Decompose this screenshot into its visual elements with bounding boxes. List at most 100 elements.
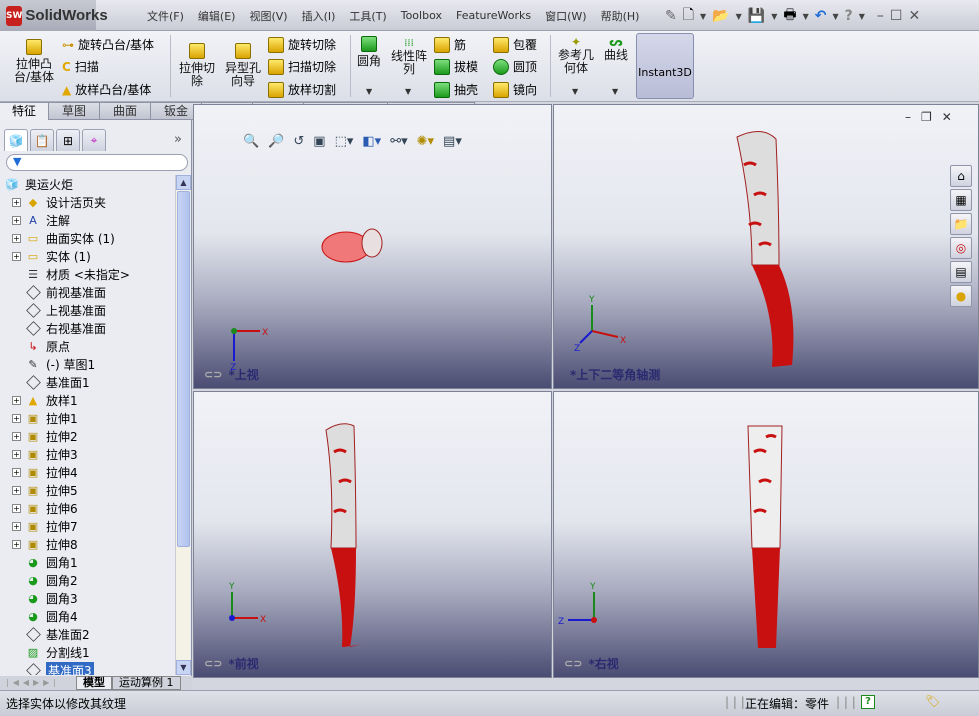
menu-item[interactable]: 窗口(W) bbox=[538, 8, 593, 24]
hole-wizard-button[interactable]: 异型孔 向导 bbox=[222, 43, 264, 88]
apply-scene-icon[interactable]: ▤▾ bbox=[443, 134, 462, 149]
tree-item[interactable]: + ▣ 拉伸1 bbox=[4, 409, 174, 427]
revolve-cut-button[interactable]: 旋转切除 bbox=[268, 36, 336, 53]
tree-item[interactable]: 基准面3 bbox=[4, 661, 174, 675]
expand-icon[interactable]: + bbox=[12, 413, 21, 423]
sweep-button[interactable]: C 扫描 bbox=[62, 58, 99, 75]
help-status-icon[interactable]: ? bbox=[861, 695, 875, 709]
mirror-button[interactable]: 镜向 bbox=[493, 81, 537, 98]
tree-item[interactable]: + ▣ 拉伸6 bbox=[4, 499, 174, 517]
expand-icon[interactable]: + bbox=[12, 521, 21, 531]
tree-item[interactable]: + ▣ 拉伸3 bbox=[4, 445, 174, 463]
dimxpert-manager-tab[interactable]: ⌖ bbox=[82, 129, 106, 151]
expand-icon[interactable]: + bbox=[12, 485, 21, 495]
tree-item[interactable]: 前视基准面 bbox=[4, 283, 174, 301]
tree-scrollbar[interactable]: ▲ ▼ bbox=[175, 175, 191, 675]
view-orientation-icon[interactable]: ⬚▾ bbox=[335, 134, 354, 149]
menu-item[interactable]: 编辑(E) bbox=[191, 8, 243, 24]
scroll-down-button[interactable]: ▼ bbox=[176, 660, 191, 675]
home-icon[interactable]: ⌂ bbox=[950, 165, 972, 187]
help-icon[interactable]: ? bbox=[845, 8, 853, 24]
tab-0[interactable]: 特征 bbox=[0, 102, 50, 120]
expand-icon[interactable]: + bbox=[12, 251, 21, 261]
tree-item[interactable]: ✎ (-) 草图1 bbox=[4, 355, 174, 373]
extrude-cut-button[interactable]: 拉伸切 除 bbox=[176, 43, 218, 88]
rib-button[interactable]: 筋 bbox=[434, 36, 466, 53]
loft-cut-button[interactable]: 放样切割 bbox=[268, 81, 336, 98]
viewport-front[interactable]: Y X ⊂⊃ *前视 bbox=[193, 391, 552, 678]
viewport-right[interactable]: Y Z ⊂⊃ *右视 bbox=[553, 391, 979, 678]
tree-item[interactable]: ◕ 圆角1 bbox=[4, 553, 174, 571]
tree-item[interactable]: + ▣ 拉伸5 bbox=[4, 481, 174, 499]
tree-item[interactable]: 右视基准面 bbox=[4, 319, 174, 337]
minimize-icon[interactable]: – bbox=[877, 8, 884, 24]
tab-motion-study[interactable]: 运动算例 1 bbox=[112, 676, 181, 690]
extrude-boss-button[interactable]: 拉伸凸 台/基体 bbox=[12, 39, 56, 84]
pattern-dropdown[interactable]: ▼ bbox=[405, 87, 411, 96]
tree-item[interactable]: 上视基准面 bbox=[4, 301, 174, 319]
link-views-icon[interactable]: ⊂⊃ bbox=[204, 657, 222, 670]
doc-restore-icon[interactable]: ❐ bbox=[921, 110, 932, 124]
linear-pattern-button[interactable]: ⁞⁞⁞ 线性阵 列 bbox=[388, 36, 430, 76]
doc-minimize-icon[interactable]: – bbox=[905, 110, 911, 124]
zoom-to-area-icon[interactable]: 🔎 bbox=[268, 134, 284, 149]
viewport-isometric[interactable]: Y X Z *上下二等角轴测 bbox=[553, 104, 979, 389]
expand-icon[interactable]: + bbox=[12, 467, 21, 477]
tree-item[interactable]: ◕ 圆角2 bbox=[4, 571, 174, 589]
print-icon[interactable]: 🖶 bbox=[783, 4, 796, 28]
tab-navigation-arrows[interactable]: |◀◀▶▶| bbox=[0, 676, 76, 690]
scroll-thumb[interactable] bbox=[177, 191, 190, 547]
menu-item[interactable]: 文件(F) bbox=[140, 8, 191, 24]
menu-item[interactable]: Toolbox bbox=[394, 9, 449, 22]
configuration-manager-tab[interactable]: ⊞ bbox=[56, 129, 80, 151]
edit-appearance-icon[interactable]: ✺▾ bbox=[417, 134, 434, 149]
undo-icon[interactable]: ↶ bbox=[815, 8, 827, 24]
curves-dropdown[interactable]: ▼ bbox=[612, 87, 618, 96]
feature-manager-tab[interactable]: 🧊 bbox=[4, 129, 28, 151]
tree-item[interactable]: + ▣ 拉伸4 bbox=[4, 463, 174, 481]
doc-close-icon[interactable]: ✕ bbox=[942, 110, 952, 124]
link-views-icon[interactable]: ⊂⊃ bbox=[204, 368, 222, 381]
maximize-icon[interactable]: ☐ bbox=[890, 8, 903, 24]
fillet-dropdown[interactable]: ▼ bbox=[366, 87, 372, 96]
sweep-cut-button[interactable]: 扫描切除 bbox=[268, 58, 336, 75]
revolve-boss-button[interactable]: ⊶ 旋转凸台/基体 bbox=[62, 36, 154, 53]
expand-icon[interactable]: + bbox=[12, 233, 21, 243]
tree-item[interactable]: 基准面2 bbox=[4, 625, 174, 643]
reference-geometry-button[interactable]: ✦ 参考几 何体 bbox=[555, 36, 597, 75]
property-manager-tab[interactable]: 📋 bbox=[30, 129, 54, 151]
display-style-icon[interactable]: ◧▾ bbox=[362, 134, 381, 149]
menu-item[interactable]: 视图(V) bbox=[242, 8, 294, 24]
file-explorer-icon[interactable]: 📁 bbox=[950, 213, 972, 235]
tree-item[interactable]: 基准面1 bbox=[4, 373, 174, 391]
appearances-icon[interactable]: ● bbox=[950, 285, 972, 307]
instant3d-button[interactable]: Instant3D bbox=[636, 33, 694, 99]
draft-button[interactable]: 拔模 bbox=[434, 58, 478, 75]
menu-item[interactable]: 帮助(H) bbox=[594, 8, 647, 24]
close-icon[interactable]: ✕ bbox=[908, 8, 920, 24]
view-palette-icon[interactable]: ▤ bbox=[950, 261, 972, 283]
menu-item[interactable]: FeatureWorks bbox=[449, 9, 538, 22]
open-icon[interactable]: 📂 bbox=[712, 8, 729, 24]
tab-2[interactable]: 曲面 bbox=[100, 102, 152, 120]
curves-button[interactable]: ᔕ 曲线 bbox=[600, 36, 632, 62]
tree-item[interactable]: + ▭ 曲面实体 (1) bbox=[4, 229, 174, 247]
wrap-button[interactable]: 包覆 bbox=[493, 36, 537, 53]
loft-boss-button[interactable]: ▲ 放样凸台/基体 bbox=[62, 81, 151, 98]
tree-item[interactable]: ↳ 原点 bbox=[4, 337, 174, 355]
expand-icon[interactable]: + bbox=[12, 215, 21, 225]
expand-icon[interactable]: + bbox=[12, 197, 21, 207]
pin-icon[interactable]: ✎ bbox=[665, 8, 677, 24]
new-document-icon[interactable]: 🗋 bbox=[683, 4, 694, 28]
hide-show-items-icon[interactable]: ⚯▾ bbox=[390, 134, 407, 149]
menu-item[interactable]: 插入(I) bbox=[295, 8, 343, 24]
previous-view-icon[interactable]: ↺ bbox=[293, 134, 304, 149]
tree-item[interactable]: + ◆ 设计活页夹 bbox=[4, 193, 174, 211]
design-library-icon[interactable]: ▦ bbox=[950, 189, 972, 211]
tag-icon[interactable]: 🏷 bbox=[925, 694, 940, 708]
tree-item[interactable]: ◕ 圆角3 bbox=[4, 589, 174, 607]
section-view-icon[interactable]: ▣ bbox=[313, 134, 325, 149]
tree-item[interactable]: + ▣ 拉伸7 bbox=[4, 517, 174, 535]
expand-icon[interactable]: + bbox=[12, 503, 21, 513]
tree-item[interactable]: ◕ 圆角4 bbox=[4, 607, 174, 625]
